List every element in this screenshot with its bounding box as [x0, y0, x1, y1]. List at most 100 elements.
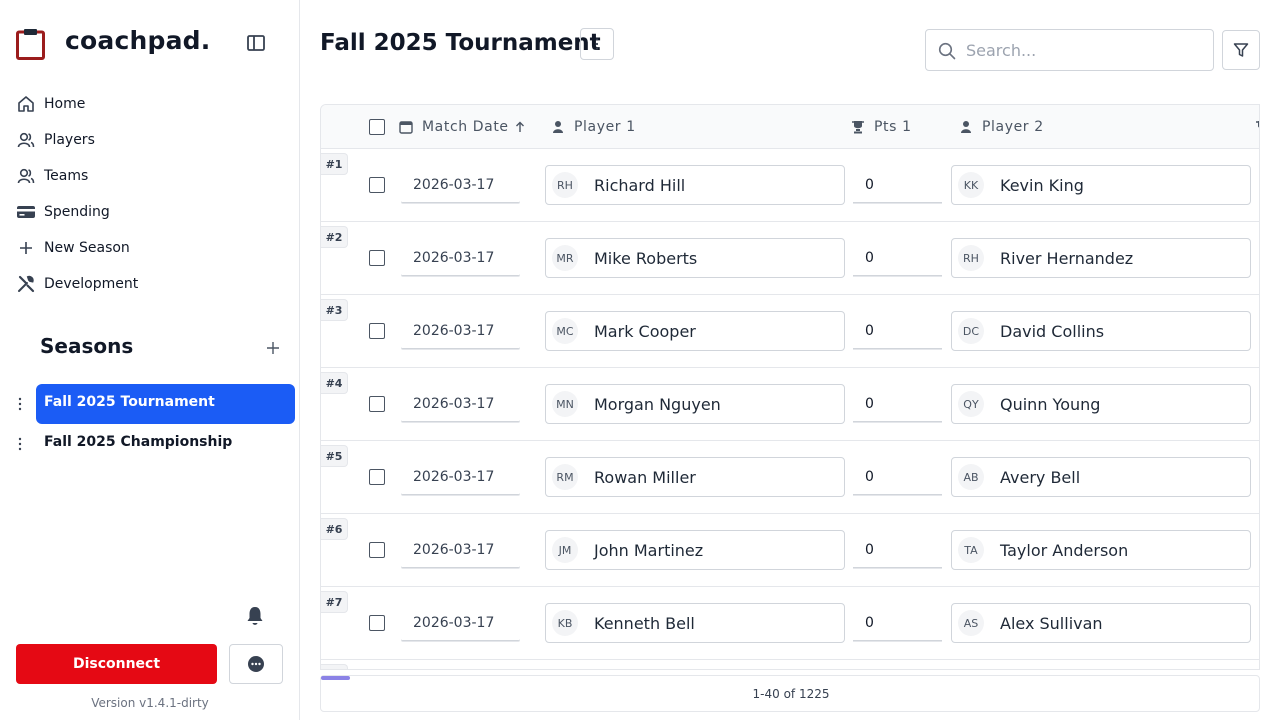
player-2-select[interactable]: AB Avery Bell — [951, 457, 1251, 497]
season-pill[interactable]: Fall 2025 Championship — [36, 424, 295, 464]
avatar: RH — [958, 245, 984, 271]
trophy-icon — [851, 120, 865, 134]
table-header: Match Date Player 1 Pts 1 Player 2 — [321, 105, 1259, 149]
table-row[interactable]: #6 2026-03-17 JM John Martinez 0 TA Taylor And… — [321, 514, 1259, 587]
column-header-player-1[interactable]: Player 1 — [551, 105, 636, 149]
player-2-select[interactable]: QY Quinn Young — [951, 384, 1251, 424]
match-date-field[interactable]: 2026-03-17 — [401, 240, 520, 276]
more-vertical-icon[interactable] — [16, 396, 24, 412]
bell-icon[interactable] — [245, 605, 265, 627]
row-number-badge: #2 — [321, 226, 348, 248]
season-pill[interactable]: Fall 2025 Tournament — [36, 384, 295, 424]
table-row[interactable]: #7 2026-03-17 KB Kenneth Bell 0 AS Alex Sulliv… — [321, 587, 1259, 660]
player-1-select[interactable]: MC Mark Cooper — [545, 311, 845, 351]
table-row[interactable]: #3 2026-03-17 MC Mark Cooper 0 DC David Collin… — [321, 295, 1259, 368]
player-1-select[interactable]: RM Rowan Miller — [545, 457, 845, 497]
person-icon — [959, 120, 973, 134]
table-row[interactable]: #4 2026-03-17 MN Morgan Nguyen 0 QY Quinn Youn… — [321, 368, 1259, 441]
nav-label: New Season — [44, 240, 130, 256]
player-name: Mark Cooper — [594, 321, 696, 341]
row-number-badge: #5 — [321, 445, 348, 467]
row-number-badge: #1 — [321, 153, 348, 175]
column-header-match-date[interactable]: Match Date — [399, 105, 525, 149]
search-input[interactable] — [966, 38, 1206, 62]
nav-item-development[interactable]: Development — [16, 266, 284, 302]
season-label: Fall 2025 Tournament — [44, 394, 215, 410]
match-date-field[interactable]: 2026-03-17 — [401, 313, 520, 349]
row-checkbox[interactable] — [369, 323, 385, 339]
pts-1-field[interactable]: 0 — [853, 240, 942, 276]
select-all-checkbox[interactable] — [369, 119, 385, 135]
row-checkbox[interactable] — [369, 615, 385, 631]
player-1-select[interactable]: MR Mike Roberts — [545, 238, 845, 278]
clipboard-logo-icon — [16, 29, 45, 60]
player-1-select[interactable]: JM John Martinez — [545, 530, 845, 570]
nav-item-teams[interactable]: Teams — [16, 158, 284, 194]
table-row-partial — [321, 660, 1259, 669]
match-date-field[interactable]: 2026-03-17 — [401, 605, 520, 641]
season-item-fall-2025-tournament[interactable]: Fall 2025 Tournament — [12, 384, 295, 424]
pts-1-field[interactable]: 0 — [853, 532, 942, 568]
disconnect-button[interactable]: Disconnect — [16, 644, 217, 684]
match-date-field[interactable]: 2026-03-17 — [401, 167, 520, 203]
seasons-title: Seasons — [40, 334, 134, 358]
avatar: JM — [552, 537, 578, 563]
player-2-select[interactable]: DC David Collins — [951, 311, 1251, 351]
row-checkbox[interactable] — [369, 396, 385, 412]
season-label: Fall 2025 Championship — [44, 434, 233, 450]
table-row[interactable]: #5 2026-03-17 RM Rowan Miller 0 AB Avery Bell — [321, 441, 1259, 514]
column-header-pts-2-partial[interactable] — [1255, 105, 1259, 149]
table-row[interactable]: #1 2026-03-17 RH Richard Hill 0 KK Kevin King — [321, 149, 1259, 222]
column-header-player-2[interactable]: Player 2 — [959, 105, 1044, 149]
pts-1-field[interactable]: 0 — [853, 386, 942, 422]
filter-icon — [1233, 43, 1249, 57]
horizontal-scrollbar-thumb[interactable] — [321, 676, 350, 680]
match-date-field[interactable]: 2026-03-17 — [401, 532, 520, 568]
table-row[interactable]: #2 2026-03-17 MR Mike Roberts 0 RH River Herna… — [321, 222, 1259, 295]
person-icon — [551, 120, 565, 134]
player-2-select[interactable]: RH River Hernandez — [951, 238, 1251, 278]
player-1-select[interactable]: KB Kenneth Bell — [545, 603, 845, 643]
column-header-pts-1[interactable]: Pts 1 — [851, 105, 912, 149]
player-name: Alex Sullivan — [1000, 613, 1103, 633]
pts-1-field[interactable]: 0 — [853, 313, 942, 349]
more-vertical-icon — [595, 38, 599, 50]
player-1-select[interactable]: RH Richard Hill — [545, 165, 845, 205]
nav-item-spending[interactable]: Spending — [16, 194, 284, 230]
player-2-select[interactable]: TA Taylor Anderson — [951, 530, 1251, 570]
row-checkbox[interactable] — [369, 250, 385, 266]
nav-item-players[interactable]: Players — [16, 122, 284, 158]
nav-item-new-season[interactable]: New Season — [16, 230, 284, 266]
player-1-select[interactable]: MN Morgan Nguyen — [545, 384, 845, 424]
player-2-select[interactable]: KK Kevin King — [951, 165, 1251, 205]
column-label: Pts 1 — [874, 119, 912, 135]
chat-button[interactable] — [229, 644, 283, 684]
match-date-field[interactable]: 2026-03-17 — [401, 386, 520, 422]
sidebar-toggle-icon[interactable] — [247, 35, 265, 51]
avatar: QY — [958, 391, 984, 417]
avatar: MC — [552, 318, 578, 344]
sidebar: coachpad. Home Players Teams Spending Ne… — [0, 0, 300, 720]
row-checkbox[interactable] — [369, 177, 385, 193]
season-item-fall-2025-championship[interactable]: Fall 2025 Championship — [12, 424, 295, 464]
avatar: RH — [552, 172, 578, 198]
column-label: Player 2 — [982, 119, 1044, 135]
player-name: Quinn Young — [1000, 394, 1101, 414]
pts-1-field[interactable]: 0 — [853, 167, 942, 203]
row-checkbox[interactable] — [369, 469, 385, 485]
title-menu-button[interactable] — [580, 28, 614, 60]
sort-ascending-icon[interactable] — [515, 121, 525, 133]
pts-1-field[interactable]: 0 — [853, 459, 942, 495]
pts-1-field[interactable]: 0 — [853, 605, 942, 641]
search-box[interactable] — [925, 29, 1214, 71]
logo-row: coachpad. — [16, 26, 276, 62]
player-name: River Hernandez — [1000, 248, 1134, 268]
row-checkbox[interactable] — [369, 542, 385, 558]
more-vertical-icon[interactable] — [16, 436, 24, 452]
nav-item-home[interactable]: Home — [16, 86, 284, 122]
match-date-field[interactable]: 2026-03-17 — [401, 459, 520, 495]
filter-button[interactable] — [1222, 30, 1260, 70]
player-name: Mike Roberts — [594, 248, 698, 268]
add-season-icon[interactable] — [266, 336, 280, 360]
player-2-select[interactable]: AS Alex Sullivan — [951, 603, 1251, 643]
